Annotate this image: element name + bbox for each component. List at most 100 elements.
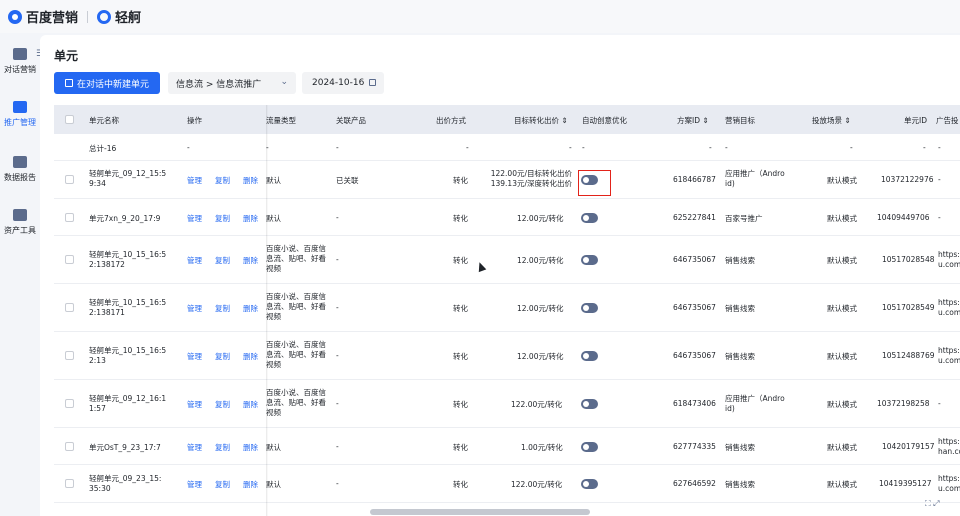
nav-item-asset-tools[interactable]: 资产工具 [0, 209, 40, 236]
nav-item-promotion-management[interactable]: 推广管理 [0, 101, 40, 128]
col-target-bid[interactable]: 目标转化出价 ⇕ [514, 115, 568, 126]
col-unit-name: 单元名称 [89, 116, 119, 125]
col-scene[interactable]: 投放场景 ⇕ [812, 115, 851, 126]
select-all-checkbox[interactable] [65, 115, 74, 124]
delete-link[interactable]: 删除 [243, 399, 258, 410]
manage-link[interactable]: 管理 [187, 351, 202, 362]
unit-id: 10409449706 [877, 213, 930, 222]
bid-method: 转化 [453, 176, 468, 185]
scene: 默认模式 [827, 214, 857, 223]
target-bid: 122.00元/转化 [511, 480, 563, 489]
auto-creative-toggle[interactable] [581, 213, 598, 223]
auto-creative-toggle[interactable] [581, 255, 598, 265]
col-plan-id[interactable]: 方案ID ⇕ [677, 115, 709, 126]
total-product: - [336, 143, 339, 152]
flow-select-value: 信息流 > 信息流推广 [176, 79, 262, 90]
marketing-goal: 销售线索 [725, 443, 755, 452]
col-ops: 操作 [187, 116, 202, 125]
manage-link[interactable]: 管理 [187, 175, 202, 186]
total-scene: - [850, 143, 853, 152]
table-row[interactable]: 轻舸单元_09_23_15: 35:30 管理 复制 删除 默认 - 转化 12… [54, 465, 960, 503]
unit-name[interactable]: 轻舸单元_09_12_16:1 1:57 [89, 394, 175, 414]
traffic-type: 百度小说、百度信 息流、贴吧、好看 视频 [266, 244, 326, 273]
delete-link[interactable]: 删除 [243, 303, 258, 314]
ad-url: https: u.com [938, 250, 960, 269]
auto-creative-toggle[interactable] [581, 303, 598, 313]
table-row[interactable]: 轻舸单元_10_15_16:5 2:138171 管理 复制 删除 百度小说、百… [54, 284, 960, 332]
row-checkbox[interactable] [65, 351, 74, 360]
total-ad: - [938, 143, 941, 152]
traffic-type: 百度小说、百度信 息流、贴吧、好看 视频 [266, 388, 326, 417]
manage-link[interactable]: 管理 [187, 303, 202, 314]
bid-method: 转化 [453, 214, 468, 223]
manage-link[interactable]: 管理 [187, 479, 202, 490]
auto-creative-toggle[interactable] [581, 479, 598, 489]
copy-link[interactable]: 复制 [215, 399, 230, 410]
table-row[interactable]: 单元OsT_9_23_17:7 管理 复制 删除 默认 - 转化 1.00元/转… [54, 428, 960, 465]
copy-link[interactable]: 复制 [215, 213, 230, 224]
plan-id: 625227841 [673, 213, 716, 222]
unit-name[interactable]: 轻舸单元_10_15_16:5 2:138172 [89, 250, 175, 270]
row-checkbox[interactable] [65, 255, 74, 264]
table-row[interactable]: 轻舸单元_09_12_16:1 1:57 管理 复制 删除 百度小说、百度信 息… [54, 380, 960, 428]
delete-link[interactable]: 删除 [243, 175, 258, 186]
flow-select[interactable]: 信息流 > 信息流推广 ⌄ [168, 72, 296, 94]
new-unit-button[interactable]: 在对话中新建单元 [54, 72, 160, 94]
manage-link[interactable]: 管理 [187, 399, 202, 410]
row-checkbox[interactable] [65, 479, 74, 488]
delete-link[interactable]: 删除 [243, 213, 258, 224]
unit-id: 10420179157 [882, 442, 935, 451]
delete-link[interactable]: 删除 [243, 479, 258, 490]
auto-creative-toggle[interactable] [581, 351, 598, 361]
delete-link[interactable]: 删除 [243, 351, 258, 362]
new-unit-label: 在对话中新建单元 [76, 79, 149, 90]
total-auto: - [582, 143, 585, 152]
copy-link[interactable]: 复制 [215, 351, 230, 362]
copy-link[interactable]: 复制 [215, 255, 230, 266]
auto-creative-toggle[interactable] [581, 399, 598, 409]
row-checkbox[interactable] [65, 303, 74, 312]
copy-link[interactable]: 复制 [215, 303, 230, 314]
unit-name[interactable]: 单元7xn_9_20_17:9 [89, 213, 160, 224]
row-checkbox[interactable] [65, 399, 74, 408]
unit-name[interactable]: 单元OsT_9_23_17:7 [89, 442, 161, 453]
auto-creative-toggle[interactable] [581, 442, 598, 452]
unit-id: 10517028549 [882, 303, 935, 312]
table-row[interactable]: 轻舸单元_10_15_16:5 2:13 管理 复制 删除 百度小说、百度信 息… [54, 332, 960, 380]
row-checkbox[interactable] [65, 213, 74, 222]
qingge-logo[interactable]: 轻舸 [97, 7, 141, 26]
scene: 默认模式 [827, 176, 857, 185]
nav-item-data-report[interactable]: 数据报告 [0, 156, 40, 183]
unit-name[interactable]: 轻舸单元_09_12_15:5 9:34 [89, 169, 175, 189]
table-row[interactable]: 轻舸单元_10_15_16:5 2:138172 管理 复制 删除 百度小说、百… [54, 236, 960, 284]
date-picker[interactable]: 2024-10-16 [302, 72, 384, 94]
unit-name[interactable]: 轻舸单元_09_23_15: 35:30 [89, 474, 175, 494]
copy-link[interactable]: 复制 [215, 175, 230, 186]
horizontal-scrollbar[interactable] [370, 509, 590, 515]
nav-item-dialog-marketing[interactable]: 对话营销 [0, 48, 40, 75]
manage-link[interactable]: 管理 [187, 213, 202, 224]
nav-label: 推广管理 [4, 118, 36, 127]
delete-link[interactable]: 删除 [243, 442, 258, 453]
unit-id: 10419395127 [879, 479, 932, 488]
col-traffic: 流量类型 [266, 116, 296, 125]
related-product: - [336, 255, 339, 264]
marketing-goal: 销售线索 [725, 352, 755, 361]
row-checkbox[interactable] [65, 442, 74, 451]
copy-link[interactable]: 复制 [215, 479, 230, 490]
manage-link[interactable]: 管理 [187, 255, 202, 266]
baidu-marketing-logo[interactable]: 百度营销 [8, 7, 78, 26]
baidu-logo-text: 百度营销 [26, 11, 79, 26]
manage-link[interactable]: 管理 [187, 442, 202, 453]
marketing-goal: 百家号推广 [725, 214, 763, 223]
unit-name[interactable]: 轻舸单元_10_15_16:5 2:13 [89, 346, 175, 366]
table-row[interactable]: 轻舸单元_09_12_15:5 9:34 管理 复制 删除 默认 已关联 转化 … [54, 161, 960, 199]
unit-name[interactable]: 轻舸单元_10_15_16:5 2:138171 [89, 298, 175, 318]
row-checkbox[interactable] [65, 175, 74, 184]
table-row[interactable]: 单元7xn_9_20_17:9 管理 复制 删除 默认 - 转化 12.00元/… [54, 199, 960, 236]
fullscreen-icon[interactable]: ⛶ ⤢ [925, 499, 940, 509]
target-bid: 12.00元/转化 [517, 352, 564, 361]
delete-link[interactable]: 删除 [243, 255, 258, 266]
total-goal: - [725, 143, 728, 152]
copy-link[interactable]: 复制 [215, 442, 230, 453]
